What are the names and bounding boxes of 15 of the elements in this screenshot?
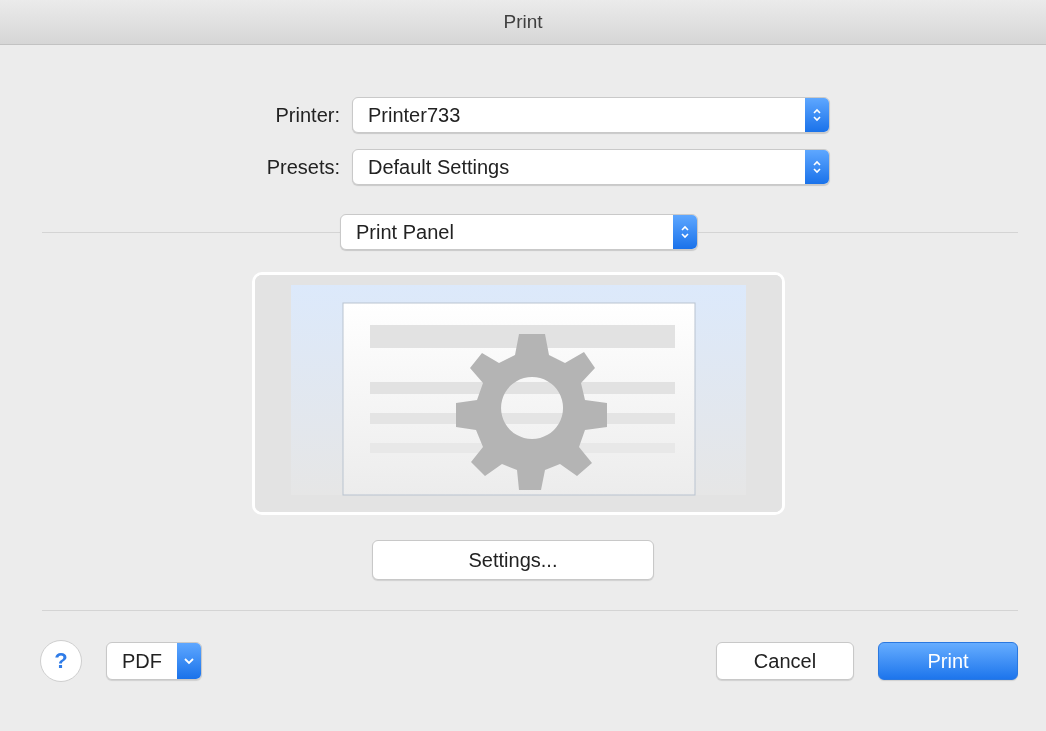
popup-menu[interactable]: Default Settings	[352, 149, 830, 185]
gear-icon	[455, 334, 607, 490]
help-button[interactable]: ?	[40, 640, 82, 682]
pdf-menu-button[interactable]: PDF	[106, 642, 202, 680]
field-label: Presets:	[265, 155, 340, 179]
settings-button[interactable]: Settings...	[372, 540, 654, 580]
popup-menu[interactable]: Printer733	[352, 97, 830, 133]
cancel-button[interactable]: Cancel	[716, 642, 854, 680]
window-title: Print	[503, 11, 543, 33]
stepper-icon	[673, 215, 697, 249]
field-label: Printer:	[274, 103, 340, 127]
panel-popup-menu[interactable]: Print Panel	[340, 214, 698, 250]
stepper-icon	[805, 150, 829, 184]
chevron-down-icon	[177, 643, 201, 679]
stepper-icon	[805, 98, 829, 132]
